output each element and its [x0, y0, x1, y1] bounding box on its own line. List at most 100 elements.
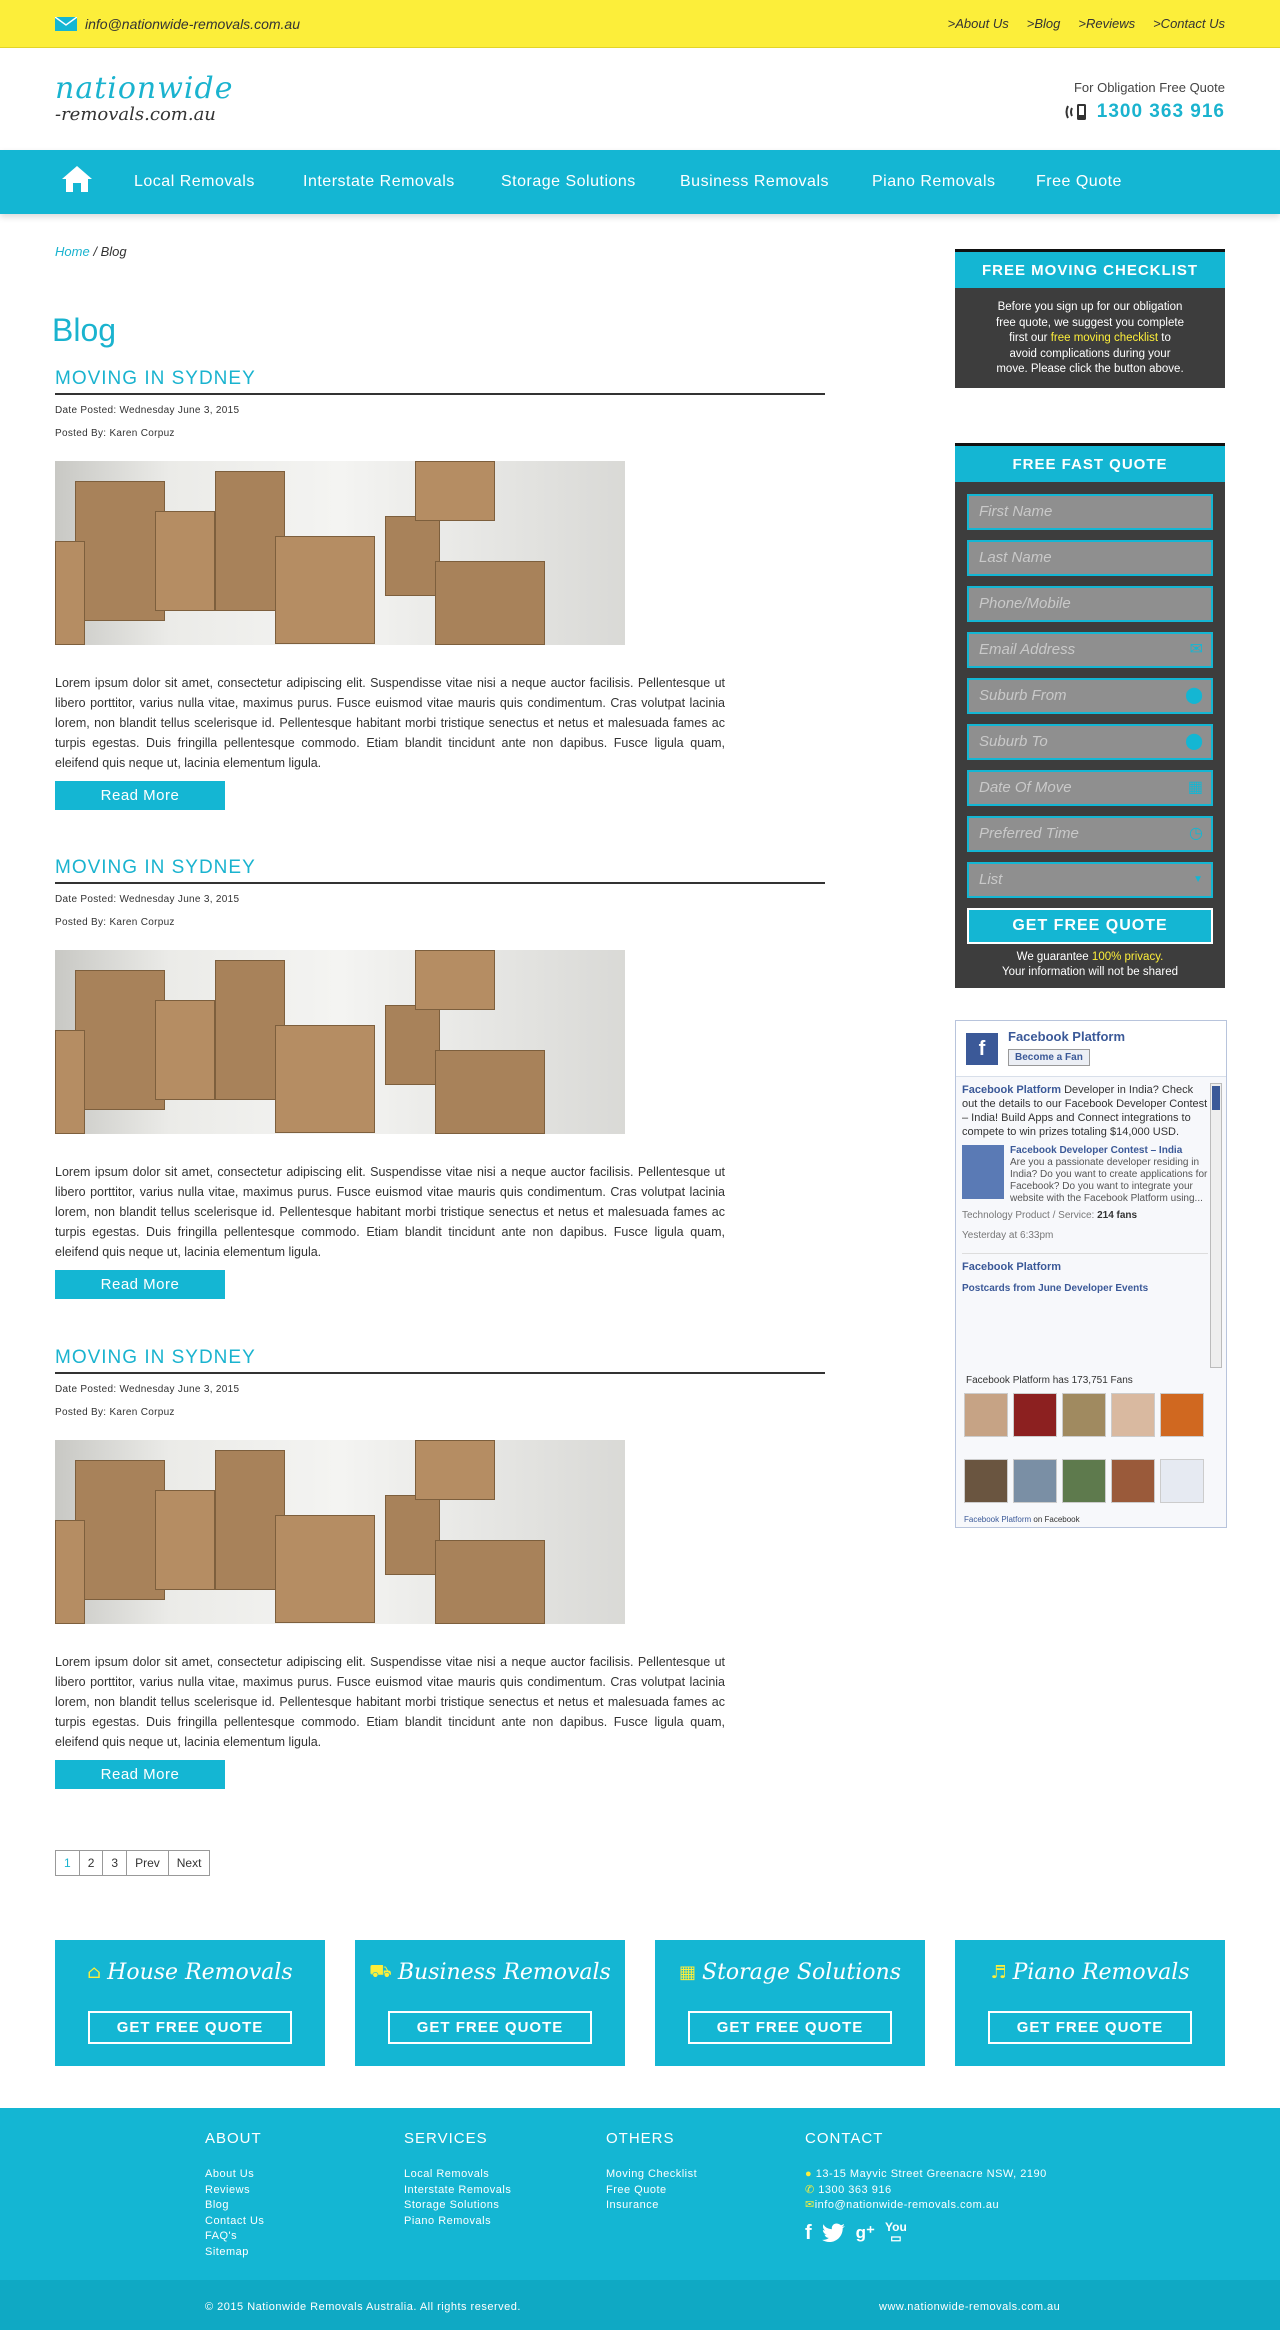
post-excerpt: Lorem ipsum dolor sit amet, consectetur … [55, 676, 725, 770]
date-of-move-field[interactable]: Date Of Move ▦ [967, 770, 1213, 806]
footer-link[interactable]: Contact Us [205, 2214, 264, 2230]
fan-avatar[interactable] [1062, 1393, 1106, 1437]
footer-contact: CONTACT ● 13-15 Mayvic Street Greenacre … [805, 2130, 1047, 2245]
breadcrumb-separator: / [93, 244, 97, 259]
post-date: Date Posted: Wednesday June 3, 2015 [55, 1384, 240, 1395]
breadcrumb-home[interactable]: Home [55, 244, 90, 259]
header-phone[interactable]: 1300 363 916 [1065, 101, 1225, 123]
post-title[interactable]: MOVING IN SYDNEY [55, 368, 825, 395]
fb-post1-name[interactable]: Facebook Platform [962, 1084, 1061, 1096]
footer-phone[interactable]: ✆ 1300 363 916 [805, 2183, 1047, 2199]
fb-post2-name[interactable]: Facebook Platform [962, 1261, 1061, 1273]
nav-item-business-removals[interactable]: Business Removals [680, 150, 829, 214]
fan-avatar[interactable] [1013, 1459, 1057, 1503]
first-name-field[interactable]: First Name [967, 494, 1213, 530]
fan-avatar[interactable] [1062, 1459, 1106, 1503]
promo-quote-button[interactable]: GET FREE QUOTE [88, 2011, 292, 2044]
read-more-button[interactable]: Read More [55, 1270, 225, 1299]
footer-link[interactable]: Insurance [606, 2198, 697, 2214]
topbar-link-reviews[interactable]: >Reviews [1078, 16, 1135, 31]
page-2-link[interactable]: 2 [78, 1850, 104, 1876]
fan-avatar[interactable] [1111, 1393, 1155, 1437]
footer-link[interactable]: Sitemap [205, 2245, 264, 2261]
next-page-link[interactable]: Next [167, 1850, 211, 1876]
footer-email[interactable]: ✉info@nationwide-removals.com.au [805, 2198, 1047, 2214]
topbar-link-contact[interactable]: >Contact Us [1153, 16, 1225, 31]
topbar-email[interactable]: info@nationwide-removals.com.au [55, 16, 300, 32]
page-1-link[interactable]: 1 [55, 1850, 80, 1876]
promo-title-row: ▦ Storage Solutions [655, 1960, 925, 1985]
promo-title: Storage Solutions [702, 1960, 901, 1985]
fb-scrollbar[interactable] [1210, 1083, 1222, 1368]
footer-link[interactable]: Piano Removals [404, 2214, 511, 2230]
footer-link[interactable]: Moving Checklist [606, 2167, 697, 2183]
topbar-link-blog[interactable]: >Blog [1027, 16, 1061, 31]
phone-icon [1065, 104, 1086, 120]
fb-page-name[interactable]: Facebook Platform [1008, 1029, 1125, 1044]
fb-attach-title[interactable]: Facebook Developer Contest – India [1010, 1145, 1208, 1157]
header-quote: For Obligation Free Quote 1300 363 916 [1065, 80, 1225, 123]
nav-item-piano-removals[interactable]: Piano Removals [872, 150, 996, 214]
site-logo[interactable]: nationwide -removals.com.au [55, 74, 233, 124]
become-fan-button[interactable]: Become a Fan [1008, 1049, 1090, 1066]
phone-field[interactable]: Phone/Mobile [967, 586, 1213, 622]
fb-post2-link[interactable]: Postcards from June Developer Events [962, 1282, 1208, 1296]
fan-avatar[interactable] [1160, 1393, 1204, 1437]
nav-item-local-removals[interactable]: Local Removals [134, 150, 255, 214]
copyright-bar: © 2015 Nationwide Removals Australia. Al… [0, 2280, 1280, 2330]
footer-site-url[interactable]: www.nationwide-removals.com.au [879, 2301, 1060, 2313]
checklist-title-button[interactable]: FREE MOVING CHECKLIST [955, 249, 1225, 288]
footer-phone-text: 1300 363 916 [818, 2183, 892, 2196]
read-more-button[interactable]: Read More [55, 1760, 225, 1789]
page-3-link[interactable]: 3 [102, 1850, 128, 1876]
google-plus-icon[interactable]: g⁺ [856, 2223, 875, 2243]
fb-header: f Facebook Platform Become a Fan [956, 1021, 1226, 1077]
get-free-quote-button[interactable]: GET FREE QUOTE [967, 908, 1213, 944]
footer-services: SERVICES Local Removals Interstate Remov… [404, 2130, 511, 2229]
prev-page-link[interactable]: Prev [126, 1850, 169, 1876]
fan-avatar-placeholder[interactable] [1160, 1459, 1204, 1503]
youtube-icon[interactable]: You ▭ [885, 2221, 907, 2244]
twitter-icon[interactable] [821, 2223, 846, 2243]
footer-link[interactable]: Interstate Removals [404, 2183, 511, 2199]
fan-avatar[interactable] [1013, 1393, 1057, 1437]
logo-line2: -removals.com.au [55, 104, 216, 125]
suburb-to-field[interactable]: Suburb To ⬤ [967, 724, 1213, 760]
fb-footer-link[interactable]: Facebook Platform [964, 1515, 1031, 1524]
footer-link[interactable]: Reviews [205, 2183, 264, 2199]
post-date: Date Posted: Wednesday June 3, 2015 [55, 894, 240, 905]
footer-link[interactable]: FAQ's [205, 2229, 264, 2245]
email-field-placeholder: Email Address [979, 641, 1076, 658]
suburb-from-field[interactable]: Suburb From ⬤ [967, 678, 1213, 714]
topbar-link-about[interactable]: >About Us [948, 16, 1009, 31]
promo-quote-button[interactable]: GET FREE QUOTE [988, 2011, 1192, 2044]
list-select[interactable]: List ▼ [967, 862, 1213, 898]
nav-item-free-quote[interactable]: Free Quote [1036, 150, 1122, 214]
checklist-link[interactable]: free moving checklist [1051, 332, 1158, 344]
promo-quote-button[interactable]: GET FREE QUOTE [688, 2011, 892, 2044]
footer-link[interactable]: Local Removals [404, 2167, 511, 2183]
breadcrumb-current: Blog [100, 244, 127, 259]
fan-avatar[interactable] [964, 1459, 1008, 1503]
footer-link[interactable]: About Us [205, 2167, 264, 2183]
home-nav-button[interactable] [60, 164, 94, 199]
last-name-field[interactable]: Last Name [967, 540, 1213, 576]
footer-link[interactable]: Storage Solutions [404, 2198, 511, 2214]
read-more-button[interactable]: Read More [55, 781, 225, 810]
footer-about: ABOUT About Us Reviews Blog Contact Us F… [205, 2130, 264, 2260]
nav-item-interstate-removals[interactable]: Interstate Removals [303, 150, 455, 214]
fan-avatar[interactable] [964, 1393, 1008, 1437]
email-field[interactable]: Email Address ✉ [967, 632, 1213, 668]
nav-item-storage-solutions[interactable]: Storage Solutions [501, 150, 636, 214]
quote-form: FREE FAST QUOTE First Name Last Name Pho… [955, 443, 1225, 988]
post-title[interactable]: MOVING IN SYDNEY [55, 857, 825, 884]
fan-avatar[interactable] [1111, 1459, 1155, 1503]
promo-quote-button[interactable]: GET FREE QUOTE [388, 2011, 592, 2044]
facebook-icon[interactable]: f [805, 2222, 812, 2245]
post-date: Date Posted: Wednesday June 3, 2015 [55, 405, 240, 416]
footer-link[interactable]: Free Quote [606, 2183, 697, 2199]
fb-attach-meta-value: 214 fans [1097, 1210, 1138, 1221]
footer-link[interactable]: Blog [205, 2198, 264, 2214]
preferred-time-field[interactable]: Preferred Time ◷ [967, 816, 1213, 852]
post-title[interactable]: MOVING IN SYDNEY [55, 1347, 825, 1374]
